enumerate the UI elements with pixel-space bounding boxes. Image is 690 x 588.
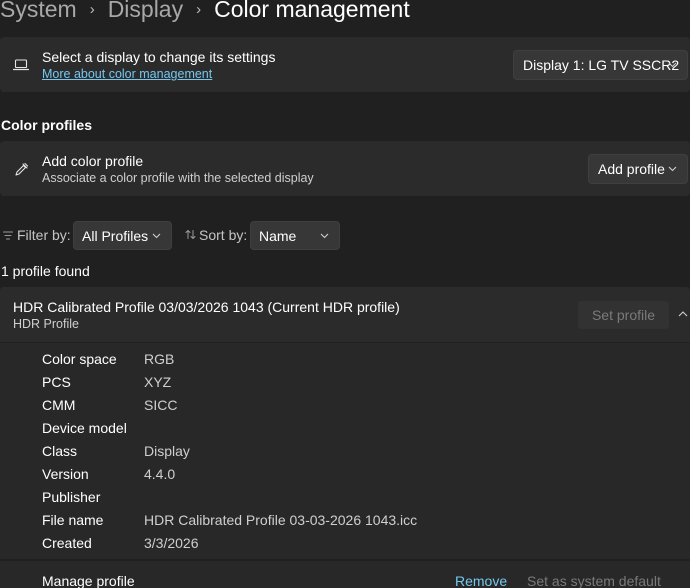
prop-label-version: Version bbox=[42, 466, 89, 482]
prop-value-version: 4.4.0 bbox=[144, 466, 176, 482]
prop-label-created: Created bbox=[42, 535, 92, 551]
breadcrumb-display[interactable]: Display bbox=[108, 0, 183, 23]
prop-label-cmm: CMM bbox=[42, 397, 76, 413]
filter-dropdown-value: All Profiles bbox=[82, 227, 149, 244]
profile-count: 1 profile found bbox=[1, 263, 90, 279]
sort-label: Sort by: bbox=[199, 227, 248, 243]
prop-value-class: Display bbox=[144, 443, 190, 459]
chevron-down-icon bbox=[152, 233, 161, 239]
chevron-down-icon bbox=[668, 62, 677, 68]
profile-title: HDR Calibrated Profile 03/03/2026 1043 (… bbox=[13, 299, 400, 315]
profile-subtitle: HDR Profile bbox=[13, 317, 79, 331]
chevron-down-icon bbox=[320, 233, 329, 239]
add-profile-subtitle: Associate a color profile with the selec… bbox=[42, 171, 314, 185]
color-management-link[interactable]: More about color management bbox=[42, 67, 212, 81]
filter-dropdown[interactable]: All Profiles bbox=[73, 221, 172, 250]
set-profile-button[interactable]: Set profile bbox=[578, 301, 669, 329]
prop-value-pcs: XYZ bbox=[144, 374, 172, 390]
prop-value-color-space: RGB bbox=[144, 351, 175, 367]
chevron-right-icon: › bbox=[89, 0, 95, 18]
prop-label-file-name: File name bbox=[42, 512, 104, 528]
chevron-down-icon bbox=[668, 166, 677, 172]
chevron-right-icon: › bbox=[196, 0, 202, 18]
section-header-color-profiles: Color profiles bbox=[1, 117, 93, 133]
sort-icon bbox=[184, 228, 196, 241]
add-profile-button[interactable]: Add profile bbox=[588, 154, 688, 184]
prop-value-created: 3/3/2026 bbox=[144, 535, 199, 551]
eyedropper-icon bbox=[12, 160, 30, 178]
prop-label-class: Class bbox=[42, 443, 78, 459]
chevron-up-icon[interactable] bbox=[676, 308, 690, 320]
page-title: Color management bbox=[214, 0, 410, 22]
add-profile-title: Add color profile bbox=[42, 153, 144, 169]
filter-icon bbox=[2, 229, 14, 241]
filter-label: Filter by: bbox=[17, 227, 71, 243]
breadcrumb-system[interactable]: System bbox=[0, 0, 77, 23]
prop-label-device-model: Device model bbox=[42, 420, 127, 436]
prop-value-cmm: SICC bbox=[144, 397, 178, 413]
sort-dropdown[interactable]: Name bbox=[250, 221, 340, 250]
remove-button[interactable]: Remove bbox=[455, 573, 507, 588]
breadcrumb: System › Display › Color management bbox=[0, 0, 410, 26]
display-dropdown-value: Display 1: LG TV SSCR2 bbox=[523, 57, 680, 73]
add-profile-button-label: Add profile bbox=[598, 161, 665, 177]
prop-label-color-space: Color space bbox=[42, 351, 117, 367]
prop-label-pcs: PCS bbox=[42, 374, 71, 390]
prop-label-publisher: Publisher bbox=[42, 489, 101, 505]
laptop-icon bbox=[12, 57, 30, 73]
prop-value-file-name: HDR Calibrated Profile 03-03-2026 1043.i… bbox=[144, 512, 418, 528]
set-system-default-button[interactable]: Set as system default bbox=[527, 573, 661, 588]
manage-profile-label: Manage profile bbox=[42, 573, 135, 588]
display-card-title: Select a display to change its settings bbox=[42, 49, 276, 65]
sort-dropdown-value: Name bbox=[259, 227, 297, 244]
display-dropdown[interactable]: Display 1: LG TV SSCR2 bbox=[513, 50, 688, 80]
